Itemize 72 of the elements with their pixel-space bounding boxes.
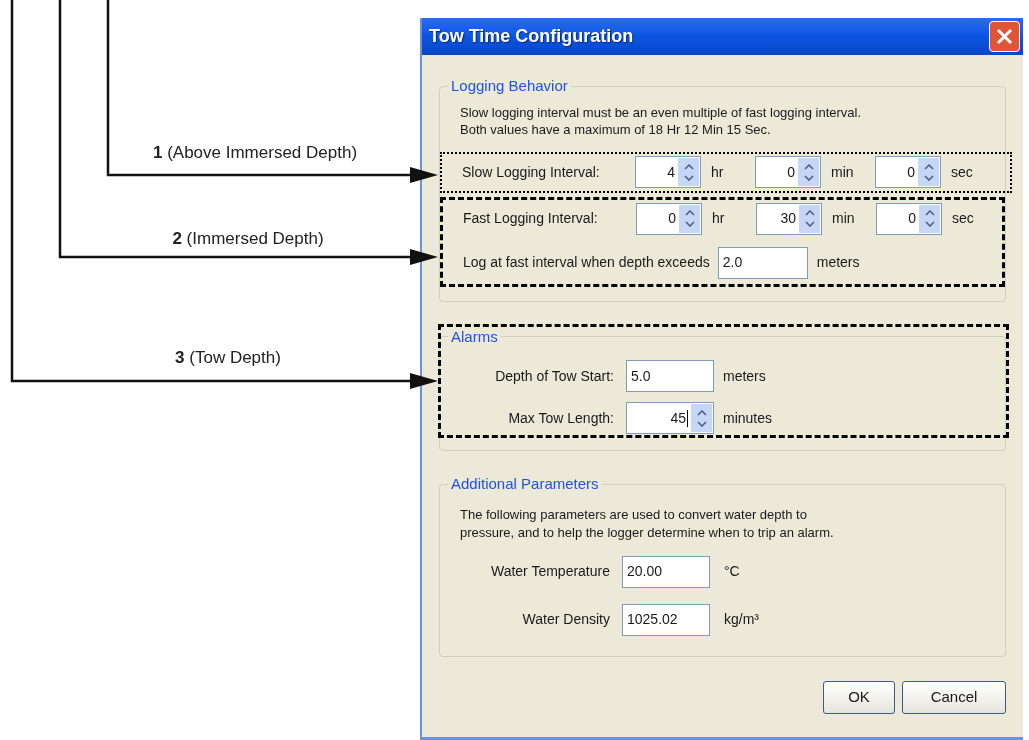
unit-label: minutes xyxy=(722,408,773,428)
field-label: Depth of Tow Start: xyxy=(494,366,615,386)
help-text: pressure, and to help the logger determine when to trip an alarm. xyxy=(460,523,835,542)
spin-box[interactable]: 0 xyxy=(876,202,942,235)
chevron-up-icon xyxy=(924,210,935,216)
help-text: The following parameters are used to convert water depth to xyxy=(460,505,808,524)
spin-box[interactable]: 45 xyxy=(626,402,714,434)
help-text: Slow logging interval must be an even multiple of fast logging interval. xyxy=(460,103,863,121)
group-title: Logging Behavior xyxy=(450,76,569,96)
chevron-down-icon xyxy=(683,174,694,181)
chevron-up-icon xyxy=(683,163,694,170)
group-title: Additional Parameters xyxy=(450,474,600,494)
field-label: Fast Logging Interval: xyxy=(462,209,599,228)
chevron-down-icon xyxy=(924,221,935,227)
unit-label: meters xyxy=(815,253,860,272)
input-field[interactable]: 1025.02 xyxy=(622,603,710,636)
unit-label: hr xyxy=(711,209,726,228)
unit-label: meters xyxy=(722,366,766,386)
chevron-up-icon xyxy=(684,210,695,216)
input-field[interactable]: 5.0 xyxy=(626,360,714,392)
spin-buttons[interactable] xyxy=(798,158,819,186)
field-label: Water Temperature xyxy=(489,562,611,581)
unit-label: sec xyxy=(951,209,975,228)
unit-label: sec xyxy=(950,162,974,182)
chevron-up-icon xyxy=(696,409,707,416)
field-label: Slow Logging Interval: xyxy=(461,162,601,182)
chevron-down-icon xyxy=(684,221,695,227)
number-field[interactable]: 0 xyxy=(907,161,915,183)
number-field[interactable]: 4 xyxy=(667,161,675,183)
input-field[interactable]: 20.00 xyxy=(622,555,710,588)
chevron-up-icon xyxy=(804,210,815,216)
number-field[interactable]: 0 xyxy=(668,208,676,229)
callout-label: 1 (Above Immersed Depth) xyxy=(152,142,358,164)
spin-box[interactable]: 0 xyxy=(755,156,821,188)
callout-label: 2 (Immersed Depth) xyxy=(172,228,324,250)
window-title: Tow Time Configuration xyxy=(429,25,634,48)
number-field[interactable]: 30 xyxy=(780,208,796,229)
spin-box[interactable]: 30 xyxy=(756,202,822,235)
spin-buttons[interactable] xyxy=(679,204,700,233)
unit-label: min xyxy=(831,209,856,228)
unit-label: kg/m³ xyxy=(723,610,759,629)
chevron-up-icon xyxy=(923,163,934,170)
help-text: Both values have a maximum of 18 Hr 12 Min 15 Sec. xyxy=(460,120,772,138)
spin-buttons[interactable] xyxy=(678,158,699,186)
spin-buttons[interactable] xyxy=(918,158,939,186)
spin-box[interactable]: 0 xyxy=(636,202,702,235)
callout-label: 3 (Tow Depth) xyxy=(175,347,281,369)
number-field[interactable]: 0 xyxy=(787,161,795,183)
field-label: Max Tow Length: xyxy=(507,408,615,428)
unit-label: °C xyxy=(723,562,740,581)
chevron-down-icon xyxy=(804,221,815,227)
chevron-down-icon xyxy=(696,420,707,427)
chevron-down-icon xyxy=(803,174,814,181)
chevron-up-icon xyxy=(803,163,814,170)
unit-label: min xyxy=(830,162,855,182)
close-button[interactable] xyxy=(989,21,1020,52)
spin-box[interactable]: 4 xyxy=(635,156,701,188)
close-icon xyxy=(996,28,1013,45)
unit-label: hr xyxy=(710,162,725,182)
spin-buttons[interactable] xyxy=(691,404,712,432)
input-field[interactable]: 2.0 xyxy=(717,246,808,279)
spin-buttons[interactable] xyxy=(919,204,940,233)
field-label: Log at fast interval when depth exceeds xyxy=(462,253,711,272)
field-label: Water Density xyxy=(521,610,611,629)
chevron-down-icon xyxy=(923,174,934,181)
spin-buttons[interactable] xyxy=(799,204,820,233)
group-title: Alarms xyxy=(450,326,499,347)
number-field[interactable]: 0 xyxy=(908,208,916,229)
dialog-button[interactable]: OK xyxy=(823,680,895,714)
spin-box[interactable]: 0 xyxy=(875,156,941,188)
number-field[interactable]: 45 xyxy=(670,407,686,429)
dialog-button[interactable]: Cancel xyxy=(902,680,1006,714)
